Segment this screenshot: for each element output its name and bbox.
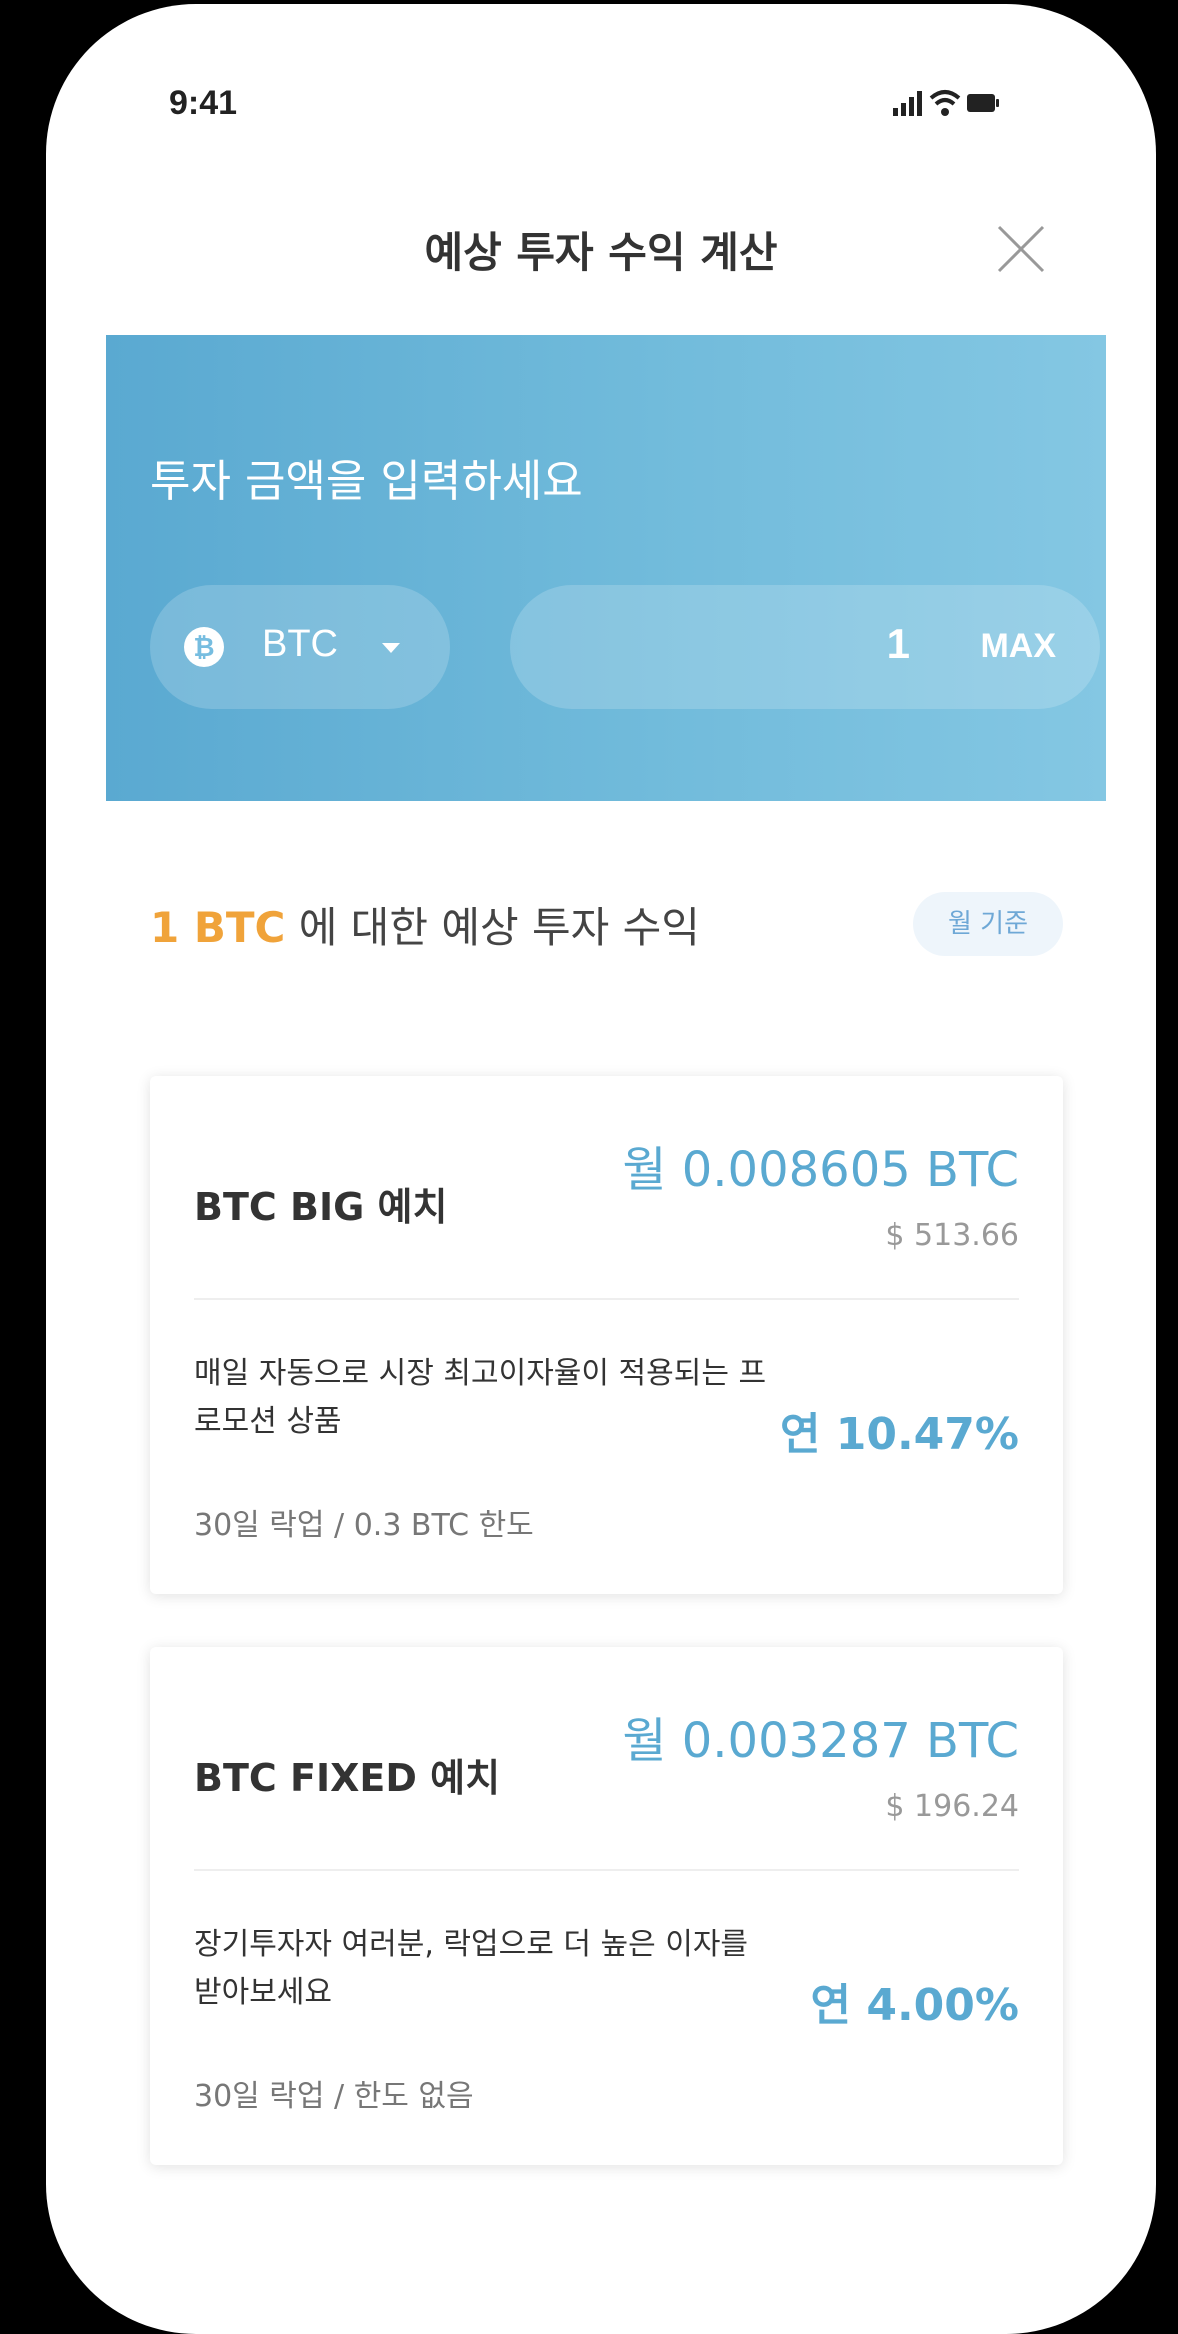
card-divider — [194, 1869, 1019, 1871]
amount-field: MAX — [510, 585, 1100, 709]
annual-rate: 연 4.00% — [810, 1980, 1019, 2031]
product-card[interactable]: BTC FIXED 예치 월 0.003287 BTC $ 196.24 장기투… — [150, 1647, 1063, 2165]
battery-icon — [967, 94, 999, 112]
usd-value: $ 513.66 — [885, 1218, 1019, 1253]
close-button[interactable] — [991, 219, 1051, 279]
amount-input[interactable] — [708, 619, 912, 669]
banner-title: 투자 금액을 입력하세요 — [150, 456, 583, 507]
coin-select[interactable]: ₿ BTC — [150, 585, 450, 709]
basis-badge[interactable]: 월 기준 — [913, 892, 1063, 956]
product-card[interactable]: BTC BIG 예치 월 0.008605 BTC $ 513.66 매일 자동… — [150, 1076, 1063, 1594]
section-heading: 1 BTC 에 대한 예상 투자 수익 — [150, 894, 700, 955]
coin-label: BTC — [262, 623, 338, 665]
product-terms: 30일 락업 / 0.3 BTC 한도 — [194, 1508, 534, 1543]
wifi-icon — [929, 90, 961, 116]
max-button[interactable]: MAX — [980, 627, 1056, 666]
bitcoin-icon: ₿ — [184, 627, 224, 667]
close-icon — [997, 225, 1045, 273]
phone-screen: 9:41 예상 투자 수익 계산 투자 금액을 입력하세요 ₿ BTC 1 MA… — [46, 4, 1156, 2334]
status-time: 9:41 — [169, 84, 238, 122]
investment-input-banner: 투자 금액을 입력하세요 ₿ BTC MAX — [106, 335, 1106, 801]
product-terms: 30일 락업 / 한도 없음 — [194, 2079, 474, 2114]
page-title: 예상 투자 수익 계산 — [424, 228, 778, 277]
signal-icon — [893, 91, 922, 116]
heading-text: 에 대한 예상 투자 수익 — [285, 903, 700, 952]
monthly-return: 월 0.003287 BTC — [622, 1713, 1019, 1769]
card-divider — [194, 1298, 1019, 1300]
product-name: BTC FIXED 예치 — [194, 1756, 501, 1800]
product-description: 장기투자자 여러분, 락업으로 더 높은 이자를 받아보세요 — [194, 1927, 749, 2010]
caret-down-icon — [382, 643, 400, 653]
monthly-return: 월 0.008605 BTC — [622, 1142, 1019, 1198]
status-bar: 9:41 — [46, 4, 1156, 154]
product-description: 매일 자동으로 시장 최고이자율이 적용되는 프로모션 상품 — [194, 1356, 767, 1439]
heading-amount: 1 BTC — [150, 903, 286, 952]
annual-rate: 연 10.47% — [779, 1409, 1019, 1460]
usd-value: $ 196.24 — [885, 1789, 1019, 1824]
status-icons — [893, 90, 999, 116]
product-name: BTC BIG 예치 — [194, 1185, 448, 1229]
